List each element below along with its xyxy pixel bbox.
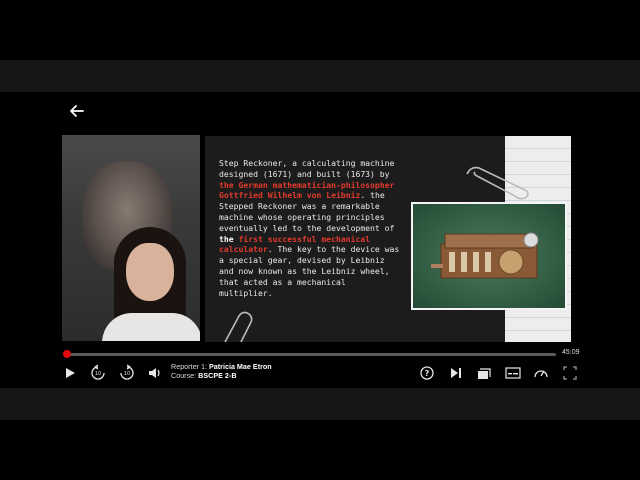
- forward-10-icon: 10: [120, 364, 134, 380]
- step-reckoner-photo: [411, 202, 567, 310]
- episodes-icon: [478, 368, 491, 379]
- back-arrow-icon: [70, 105, 84, 117]
- bottom-letterbox: [0, 388, 640, 420]
- next-episode-button[interactable]: [447, 364, 465, 382]
- video-info: Reporter 1: Patricia Mae Etron Course: B…: [171, 362, 272, 380]
- fullscreen-icon: [563, 366, 577, 380]
- svg-text:?: ?: [425, 369, 430, 378]
- presenter-video: [62, 135, 200, 341]
- presentation-slide: Step Reckoner, a calculating machine des…: [205, 136, 571, 342]
- episodes-button[interactable]: [475, 364, 493, 382]
- subtitles-button[interactable]: [504, 364, 522, 382]
- help-icon: ?: [420, 366, 434, 380]
- next-episode-icon: [451, 368, 461, 378]
- rewind-10-button[interactable]: 10: [89, 364, 107, 382]
- volume-icon: [149, 368, 160, 378]
- fullscreen-button[interactable]: [561, 364, 579, 382]
- progress-bar[interactable]: [62, 350, 556, 358]
- help-button[interactable]: ?: [418, 364, 436, 382]
- rewind-10-icon: 10: [91, 364, 105, 380]
- scrubber-handle[interactable]: [62, 350, 71, 358]
- speed-button[interactable]: [532, 364, 550, 382]
- time-remaining: 45:09: [562, 349, 580, 356]
- play-button[interactable]: [61, 364, 79, 382]
- svg-text:10: 10: [124, 371, 130, 377]
- speed-icon: [534, 370, 548, 378]
- volume-button[interactable]: [146, 364, 164, 382]
- machine-image: [431, 232, 539, 279]
- back-button[interactable]: [66, 100, 88, 122]
- play-icon: [66, 368, 75, 378]
- slide-body-text: Step Reckoner, a calculating machine des…: [219, 158, 400, 298]
- paperclip-icon: [224, 311, 253, 342]
- course-name: BSCPE 2-B: [198, 371, 237, 380]
- subtitles-icon: [505, 367, 521, 379]
- reporter-label: Reporter 1:: [171, 362, 207, 371]
- forward-10-button[interactable]: 10: [118, 364, 136, 382]
- reporter-name: Patricia Mae Etron: [208, 362, 272, 371]
- paperclip-icon: [466, 166, 529, 200]
- course-label: Course:: [171, 371, 197, 380]
- svg-text:10: 10: [95, 371, 101, 377]
- top-letterbox: [0, 60, 640, 92]
- presenter: [102, 227, 200, 341]
